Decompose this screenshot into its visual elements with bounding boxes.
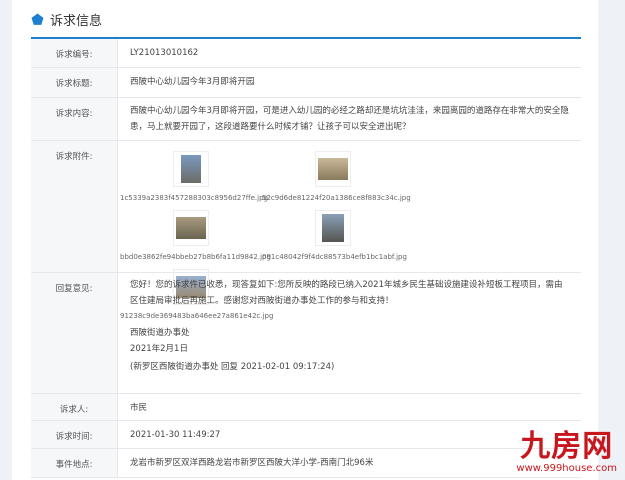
row-attachments: 诉求附件: 1c5339a2383f457288303c8956d27ffe.j… <box>31 141 581 320</box>
attachment-filename[interactable]: 52c9d6de81224f20a1386ce8f883c34c.jpg <box>262 190 411 206</box>
attachment-thumbnail[interactable] <box>173 210 209 246</box>
row-location: 事件地点: 龙岩市新罗区双洋西路龙岩市新罗区西陂大洋小学-西南门北96米 <box>31 449 581 478</box>
reply-org: 西陂街道办事处 <box>130 328 190 338</box>
attachment-item[interactable]: bbd0e3862fe94bbeb27b8b6fa11d9842.jpg <box>120 210 271 265</box>
photo-image <box>181 155 201 183</box>
pentagon-icon <box>31 13 44 25</box>
label: 回复意见: <box>31 273 118 393</box>
reply-meta: (新罗区西陂街道办事处 回复 2021-02-01 09:17:24) <box>130 362 335 372</box>
label: 诉求附件: <box>31 141 118 272</box>
value: LY21013010162 <box>130 48 199 58</box>
section-title: 诉求信息 <box>31 9 102 29</box>
label: 诉求标题: <box>31 68 118 97</box>
row-content: 诉求内容: 西陂中心幼儿园今年3月即将开园，可是进入幼儿园的必经之路却还是坑坑洼… <box>31 98 581 141</box>
label: 诉求内容: <box>31 98 118 140</box>
value: 2021-01-30 11:49:27 <box>130 430 221 440</box>
attachment-filename[interactable]: bbd0e3862fe94bbeb27b8b6fa11d9842.jpg <box>120 249 271 265</box>
attachment-item[interactable]: 1c5339a2383f457288303c8956d27ffe.jpg <box>120 151 268 206</box>
reply-date: 2021年2月1日 <box>130 344 188 354</box>
reply-text: 您好！您的诉求件已收悉，现答复如下:您所反映的路段已纳入2021年城乡民生基础设… <box>130 280 563 306</box>
attachment-filename[interactable]: 091c48042f9f4dc88573b4efb1bc1abf.jpg <box>262 249 407 265</box>
value: 西陂中心幼儿园今年3月即将开园，可是进入幼儿园的必经之路却还是坑坑洼洼，来园离园… <box>130 106 569 132</box>
row-reply: 回复意见: 您好！您的诉求件已收悉，现答复如下:您所反映的路段已纳入2021年城… <box>31 273 581 394</box>
attachment-item[interactable]: 091c48042f9f4dc88573b4efb1bc1abf.jpg <box>262 210 407 265</box>
label: 诉求编号: <box>31 39 118 67</box>
value: 西陂中心幼儿园今年3月即将开园 <box>130 77 255 87</box>
row-petitioner: 诉求人: 市民 <box>31 394 581 421</box>
row-subject: 诉求标题: 西陂中心幼儿园今年3月即将开园 <box>31 68 581 98</box>
attachment-thumbnail[interactable] <box>315 210 351 246</box>
label: 诉求人: <box>31 394 118 420</box>
row-number: 诉求编号: LY21013010162 <box>31 39 581 68</box>
row-time: 诉求时间: 2021-01-30 11:49:27 <box>31 421 581 449</box>
value: 市民 <box>130 403 148 413</box>
value: 龙岩市新罗区双洋西路龙岩市新罗区西陂大洋小学-西南门北96米 <box>130 458 374 468</box>
attachment-thumbnail[interactable] <box>173 151 209 187</box>
photo-image <box>176 217 206 239</box>
attachment-filename[interactable]: 1c5339a2383f457288303c8956d27ffe.jpg <box>120 190 268 206</box>
detail-table: 诉求编号: LY21013010162 诉求标题: 西陂中心幼儿园今年3月即将开… <box>31 37 581 478</box>
attachment-item[interactable]: 52c9d6de81224f20a1386ce8f883c34c.jpg <box>262 151 411 206</box>
watermark-logo: 九房网 www.999house.com <box>516 429 617 475</box>
attachment-thumbnail[interactable] <box>315 151 351 187</box>
label: 诉求时间: <box>31 421 118 448</box>
photo-image <box>318 158 348 180</box>
photo-image <box>322 214 344 242</box>
label: 事件地点: <box>31 449 118 477</box>
